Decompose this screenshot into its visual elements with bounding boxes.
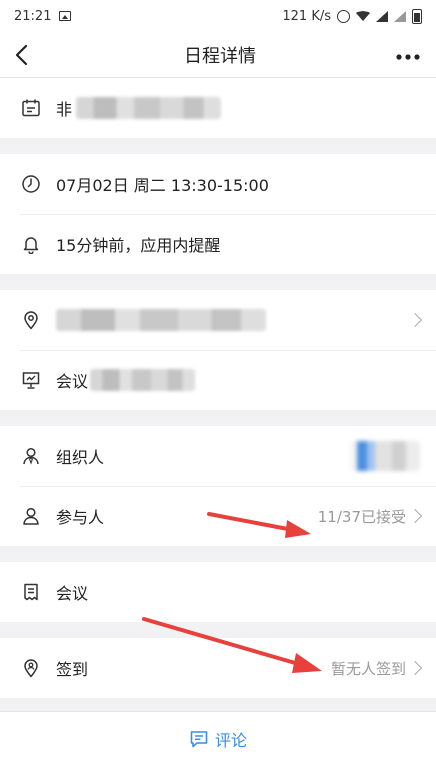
wifi-icon xyxy=(356,11,370,21)
presentation-board-icon xyxy=(20,369,42,391)
alarm-icon xyxy=(337,9,350,23)
time-section: 07月02日 周二 13:30-15:00 15分钟前，应用内提醒 xyxy=(0,154,436,274)
meeting-label: 会议 xyxy=(56,584,89,603)
checkin-label: 签到 xyxy=(56,660,89,679)
participants-label: 参与人 xyxy=(56,508,105,527)
people-section: 组织人 参与人 11/37已接受 xyxy=(0,426,436,546)
meeting-row[interactable]: 会议 xyxy=(0,562,436,622)
document-icon xyxy=(20,581,42,603)
meeting-room-label: 会议 xyxy=(56,372,89,391)
chevron-right-icon xyxy=(407,312,423,328)
chevron-right-icon xyxy=(407,660,423,676)
more-dots-icon xyxy=(396,54,420,60)
comment-label: 评论 xyxy=(214,730,247,750)
signal-icon-2 xyxy=(394,10,406,22)
meeting-section: 会议 xyxy=(0,562,436,622)
comment-icon xyxy=(190,730,208,747)
checkin-location-icon xyxy=(20,657,42,679)
calendar-icon xyxy=(20,97,42,119)
reminder-row[interactable]: 15分钟前，应用内提醒 xyxy=(0,214,436,274)
redacted-room xyxy=(90,369,196,391)
schedule-datetime: 07月02日 周二 13:30-15:00 xyxy=(56,176,269,195)
page-title: 日程详情 xyxy=(184,45,256,67)
meeting-room-row[interactable]: 会议 xyxy=(0,350,436,410)
bell-icon xyxy=(20,233,42,255)
organizer-row[interactable]: 组织人 xyxy=(0,426,436,486)
redacted-title xyxy=(76,97,222,119)
organizer-label: 组织人 xyxy=(56,448,105,467)
gallery-icon xyxy=(59,11,72,21)
network-speed: 121 K/s xyxy=(282,8,331,24)
redacted-location xyxy=(56,309,266,331)
schedule-title: 非 xyxy=(56,100,73,119)
back-button[interactable] xyxy=(14,40,44,70)
back-arrow-icon xyxy=(15,44,28,65)
schedule-title-section: 非 xyxy=(0,78,436,138)
chevron-right-icon xyxy=(407,508,423,524)
participants-status: 11/37已接受 xyxy=(317,507,406,526)
schedule-title-row: 非 xyxy=(0,78,436,138)
battery-icon xyxy=(412,8,422,24)
location-section: 会议 xyxy=(0,290,436,410)
more-menu-button[interactable] xyxy=(396,49,420,60)
comment-button[interactable]: 评论 xyxy=(0,711,436,765)
participant-icon xyxy=(20,505,42,527)
signal-icon xyxy=(376,10,388,22)
checkin-section: 签到 暂无人签到 xyxy=(0,638,436,698)
organizer-icon xyxy=(20,445,42,467)
checkin-status: 暂无人签到 xyxy=(330,659,406,678)
location-pin-icon xyxy=(20,309,42,331)
status-time: 21:21 xyxy=(14,8,52,24)
nav-bar: 日程详情 xyxy=(0,32,436,78)
clock-icon xyxy=(20,173,42,195)
organizer-avatar xyxy=(350,441,420,471)
checkin-row[interactable]: 签到 暂无人签到 xyxy=(0,638,436,698)
status-bar: 21:21 121 K/s xyxy=(0,0,436,32)
participants-row[interactable]: 参与人 11/37已接受 xyxy=(0,486,436,546)
reminder-text: 15分钟前，应用内提醒 xyxy=(56,236,221,255)
time-row: 07月02日 周二 13:30-15:00 xyxy=(0,154,436,214)
location-row[interactable] xyxy=(0,290,436,350)
